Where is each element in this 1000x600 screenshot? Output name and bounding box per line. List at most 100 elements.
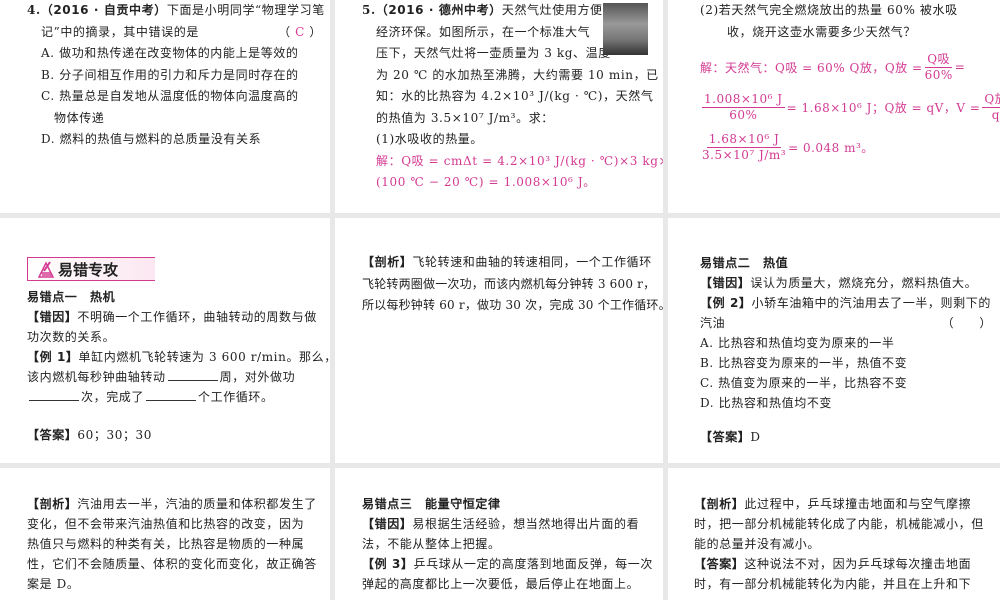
slide-question-5-part-2: (2)若天然气完全燃烧放出的热量 60% 被水吸 收，烧开这壶水需要多少天然气？… xyxy=(668,0,1000,213)
sub-question: (2)若天然气完全燃烧放出的热量 60% 被水吸 xyxy=(700,3,958,17)
example-text: 该内燃机每秒钟曲轴转动 xyxy=(27,370,166,384)
banner-title: 易错专攻 xyxy=(58,260,119,279)
analysis-line: 【剖析】汽油用去一半，汽油的质量和体积都发生了 xyxy=(27,494,330,514)
cause-tag: 【错因】 xyxy=(362,517,413,531)
answer-tag: 【答案】 xyxy=(27,428,78,442)
option-c-cont: 物体传递 xyxy=(54,110,105,125)
option-a: A. 比热容和热值均变为原来的一半 xyxy=(700,336,895,350)
solution-text: 解：天然气：Q吸 = 60% Q放，Q放 = xyxy=(700,60,923,75)
numerator: 1.008×10⁶ J xyxy=(702,91,785,108)
analysis-text: 此过程中，乒乓球撞击地面和与空气摩擦 xyxy=(744,497,972,511)
paren-close: ） xyxy=(309,24,322,39)
slide-question-5: 5.（2016 · 德州中考）天然气灶使用方便， 经济环保。如图所示，在一个标准… xyxy=(335,0,663,213)
example-tag: 【例 2】 xyxy=(700,296,752,310)
denominator: q xyxy=(991,107,1000,122)
example-text: 弹起的高度都比上一次要低，最后停止在地面上。 xyxy=(362,577,640,591)
slide-analysis-1: 【剖析】飞轮转速和曲轴的转速相同，一个工作循环 飞轮转两圈做一次功，而该内燃机每… xyxy=(335,218,663,463)
example-line: 次，完成了 个工作循环。 xyxy=(27,387,330,407)
example-text: 汽油 xyxy=(700,316,726,330)
example-tag: 【例 1】 xyxy=(27,350,79,364)
kettle-image xyxy=(603,3,648,55)
answer-text: D xyxy=(750,430,761,444)
cause-text: 不明确一个工作循环，曲轴转动的周数与做 xyxy=(77,310,317,324)
analysis-text: 时，把一部分机械能转化成了内能，机械能减小，但 xyxy=(694,517,984,531)
slide-analysis-2: 【剖析】汽油用去一半，汽油的质量和体积都发生了 变化，但不会带来汽油热值和比热容… xyxy=(0,468,330,600)
analysis-text: 飞轮转速和曲轴的转速相同，一个工作循环 xyxy=(412,255,652,269)
cause-text: 易根据生活经验，想当然地得出片面的看 xyxy=(412,517,640,531)
cause-tag: 【错因】 xyxy=(27,310,78,324)
option-b: B. 分子间相互作用的引力和斥力是同时存在的 xyxy=(41,67,299,82)
slide-common-mistake-3: 易错点三 能量守恒定律 【错因】易根据生活经验，想当然地得出片面的看 法，不能从… xyxy=(335,468,663,600)
question-text: 下面是小明同学“物理学习笔 xyxy=(166,3,325,17)
analysis-line: 【剖析】此过程中，乒乓球撞击地面和与空气摩擦 xyxy=(694,494,1000,514)
analysis-text: 性，它们不会随质量、体积的变化而变化，故正确答 xyxy=(27,557,317,571)
analysis-text: 所以每秒钟转 60 r，做功 30 次，完成 30 个工作循环。 xyxy=(362,298,663,312)
example-line: 【例 2】小轿车油箱中的汽油用去了一半，则剩下的 xyxy=(700,293,1000,313)
cause-text: 法，不能从整体上把握。 xyxy=(362,537,501,551)
solution-line: 1.68×10⁶ J 3.5×10⁷ J/m³ = 0.048 m³。 xyxy=(700,127,1000,167)
question-line: 记”中的摘录，其中错误的是 （ C ） xyxy=(27,22,330,44)
question-text: 天然气灶使用方便， xyxy=(501,3,616,17)
answer-text: 这种说法不对，因为乒乓球每次撞击地面 xyxy=(744,557,972,571)
sub-question: (1)水吸收的热量。 xyxy=(376,132,483,146)
analysis-line: 【剖析】飞轮转速和曲轴的转速相同，一个工作循环 xyxy=(362,252,663,274)
example-text: 乒乓球从一定的高度落到地面反弹，每一次 xyxy=(413,557,653,571)
section-heading: 易错点三 能量守恒定律 xyxy=(362,497,501,511)
solution-line: 解：Q吸 = cmΔt = 4.2×10³ J/(kg · ℃)×3 kg× xyxy=(376,153,663,168)
option-c: C. 热值变为原来的一半，比热容不变 xyxy=(700,376,908,390)
option-d: D. 燃料的热值与燃料的总质量没有关系 xyxy=(41,132,262,146)
cause-line: 【错因】易根据生活经验，想当然地得出片面的看 xyxy=(362,514,663,534)
answer-line: 【答案】这种说法不对，因为乒乓球每次撞击地面 xyxy=(694,554,1000,574)
analysis-text: 飞轮转两圈做一次功，而该内燃机每分钟转 3 600 r， xyxy=(362,276,656,291)
answer-tag: 【答案】 xyxy=(700,430,751,444)
example-text: 次，完成了 xyxy=(81,390,145,404)
numerator: 1.68×10⁶ J xyxy=(706,131,782,148)
denominator: 60% xyxy=(729,107,758,122)
analysis-text: 汽油用去一半，汽油的质量和体积都发生了 xyxy=(77,497,317,511)
cause-text: 误认为质量大，燃烧充分，燃料热值大。 xyxy=(750,276,978,290)
option-d: D. 比热容和热值均不变 xyxy=(700,396,833,410)
fraction: Q吸 60% xyxy=(925,52,953,83)
option-b: B. 比热容变为原来的一半，热值不变 xyxy=(700,356,908,370)
denominator: 60% xyxy=(924,67,953,82)
fill-blank xyxy=(29,388,79,401)
fraction: 1.68×10⁶ J 3.5×10⁷ J/m³ xyxy=(702,132,786,163)
question-source: （2016 · 德州中考） xyxy=(375,3,502,17)
section-heading: 易错点一 热机 xyxy=(27,290,116,304)
cause-text: 功次数的关系。 xyxy=(27,330,116,344)
example-line: 汽油 （ ） xyxy=(700,313,1000,333)
option-a: A. 做功和热传递在改变物体的内能上是等效的 xyxy=(41,46,299,60)
analysis-text: 热值只与燃料的种类有关，比热容是物质的一种属 xyxy=(27,537,305,551)
answer-text: 时，有一部分机械能转化为内能，并且在上升和下 xyxy=(694,577,972,591)
slide-analysis-3: 【剖析】此过程中，乒乓球撞击地面和与空气摩擦 时，把一部分机械能转化成了内能，机… xyxy=(668,468,1000,600)
question-text: 记”中的摘录，其中错误的是 xyxy=(41,24,199,39)
slide-common-mistake-1: 易错专攻 易错点一 热机 【错因】不明确一个工作循环，曲轴转动的周数与做 功次数… xyxy=(0,218,330,463)
analysis-text: 能的总量并没有减小。 xyxy=(694,537,821,551)
sub-question-cont: 收，烧开这壶水需要多少天然气？ xyxy=(727,24,917,39)
answer-tag: 【答案】 xyxy=(694,557,745,571)
solution-line: (100 ℃ − 20 ℃) = 1.008×10⁶ J。 xyxy=(376,175,596,189)
example-text: 小轿车油箱中的汽油用去了一半，则剩下的 xyxy=(751,296,991,310)
example-line: 【例 3】乒乓球从一定的高度落到地面反弹，每一次 xyxy=(362,554,663,574)
cause-line: 【错因】误认为质量大，燃烧充分，燃料热值大。 xyxy=(700,273,1000,293)
analysis-tag: 【剖析】 xyxy=(27,497,78,511)
denominator: 3.5×10⁷ J/m³ xyxy=(702,147,787,162)
solution-text: = 1.68×10⁶ J；Q放 = qV，V = xyxy=(786,100,981,115)
equals-sign: = xyxy=(954,60,966,74)
fill-blank xyxy=(167,368,218,381)
example-tag: 【例 3】 xyxy=(362,557,414,571)
answer-line: 【答案】60；30；30 xyxy=(27,425,330,447)
slide-common-mistake-2: 易错点二 热值 【错因】误认为质量大，燃烧充分，燃料热值大。 【例 2】小轿车油… xyxy=(668,218,1000,463)
analysis-text: 案是 D。 xyxy=(27,577,80,591)
fill-blank xyxy=(146,388,197,401)
answer-paren: （ ） xyxy=(941,316,992,330)
numerator: Q吸 xyxy=(925,51,953,68)
fraction: Q放q xyxy=(982,92,1000,123)
example-text: 个工作循环。 xyxy=(198,390,274,404)
solution-text: = 0.048 m³。 xyxy=(788,140,874,155)
example-line: 【例 1】单缸内燃机飞轮转速为 3 600 r/min。那么， xyxy=(27,347,330,367)
answer-text: 60；30；30 xyxy=(77,428,153,442)
answer-choice: C xyxy=(295,24,305,39)
cause-tag: 【错因】 xyxy=(700,276,751,290)
question-source: （2016 · 自贡中考） xyxy=(40,3,167,17)
